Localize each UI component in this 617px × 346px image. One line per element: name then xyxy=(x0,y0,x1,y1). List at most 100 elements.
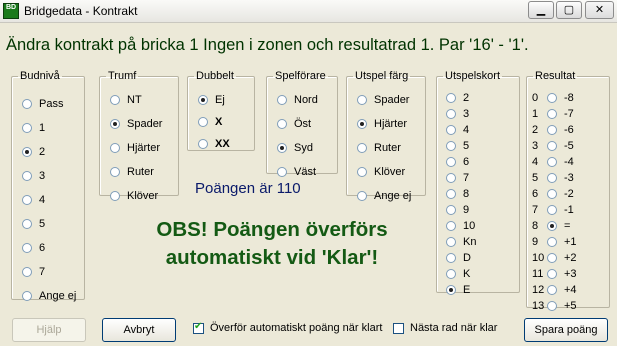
radio-resultat-12[interactable]: 12 +4 xyxy=(532,284,577,296)
radio-dubbelt-ej[interactable]: Ej xyxy=(198,94,225,106)
group-budniva: Budnivå Pass 1 2 3 4 5 6 7 Ange ej xyxy=(11,70,85,302)
radio-circle xyxy=(22,267,32,277)
radio-trumf-hjarter[interactable]: Hjärter xyxy=(110,142,160,154)
radio-circle xyxy=(446,269,456,279)
radio-budniva-6[interactable]: 6 xyxy=(22,242,45,254)
group-utspel-farg: Utspel färg Spader Hjärter Ruter Klöver … xyxy=(346,70,426,202)
radio-circle xyxy=(22,243,32,253)
radio-utspel-ruter[interactable]: Ruter xyxy=(357,142,401,154)
radio-trumf-nt[interactable]: NT xyxy=(110,94,142,106)
radio-circle xyxy=(198,139,208,149)
radio-kort-kn[interactable]: Kn xyxy=(446,236,476,248)
radio-budniva-7[interactable]: 7 xyxy=(22,266,45,278)
radio-kort-d[interactable]: D xyxy=(446,252,471,264)
radio-circle xyxy=(22,171,32,181)
maximize-button[interactable]: ▢ xyxy=(556,1,582,19)
radio-circle xyxy=(446,125,456,135)
radio-spelforare-vast[interactable]: Väst xyxy=(277,166,316,178)
radio-circle xyxy=(547,221,557,231)
radio-resultat-4[interactable]: 4 -4 xyxy=(532,156,574,168)
radio-resultat-3[interactable]: 3 -5 xyxy=(532,140,574,152)
radio-circle xyxy=(22,99,32,109)
radio-circle xyxy=(277,143,287,153)
radio-circle xyxy=(22,147,32,157)
next-row-checkbox[interactable]: Nästa rad när klar xyxy=(393,322,497,334)
cancel-button[interactable]: Avbryt xyxy=(102,318,176,342)
app-icon: BD xyxy=(3,3,19,19)
radio-budniva-ange-ej[interactable]: Ange ej xyxy=(22,290,76,302)
minimize-button[interactable]: ▁ xyxy=(528,1,554,19)
radio-circle xyxy=(198,117,208,127)
radio-spelforare-ost[interactable]: Öst xyxy=(277,118,311,130)
radio-circle xyxy=(446,93,456,103)
radio-budniva-pass[interactable]: Pass xyxy=(22,98,63,110)
radio-circle xyxy=(547,301,557,311)
group-spelforare-legend: Spelförare xyxy=(275,70,326,82)
radio-kort-e[interactable]: E xyxy=(446,284,470,296)
radio-budniva-1[interactable]: 1 xyxy=(22,122,45,134)
radio-resultat-1[interactable]: 1 -7 xyxy=(532,108,574,120)
radio-budniva-5[interactable]: 5 xyxy=(22,218,45,230)
radio-budniva-3[interactable]: 3 xyxy=(22,170,45,182)
radio-resultat-6[interactable]: 6 -2 xyxy=(532,188,574,200)
radio-kort-3[interactable]: 3 xyxy=(446,108,469,120)
radio-utspel-klover[interactable]: Klöver xyxy=(357,166,405,178)
close-icon: ✕ xyxy=(594,4,605,16)
radio-circle xyxy=(198,95,208,105)
radio-kort-4[interactable]: 4 xyxy=(446,124,469,136)
radio-kort-9[interactable]: 9 xyxy=(446,204,469,216)
radio-utspel-hjarter[interactable]: Hjärter xyxy=(357,118,407,130)
radio-utspel-spader[interactable]: Spader xyxy=(357,94,409,106)
radio-budniva-2[interactable]: 2 xyxy=(22,146,45,158)
radio-circle xyxy=(547,237,557,247)
radio-kort-6[interactable]: 6 xyxy=(446,156,469,168)
group-utspelskort: Utspelskort 2 3 4 5 6 7 8 9 10 Kn D K E xyxy=(436,70,520,296)
next-row-label: Nästa rad när klar xyxy=(410,322,498,334)
group-resultat-legend: Resultat xyxy=(535,70,576,82)
radio-resultat-5[interactable]: 5 -3 xyxy=(532,172,574,184)
radio-resultat-2[interactable]: 2 -6 xyxy=(532,124,574,136)
close-button[interactable]: ✕ xyxy=(585,1,614,19)
save-points-button[interactable]: Spara poäng xyxy=(524,318,608,342)
radio-circle xyxy=(22,195,32,205)
radio-trumf-ruter[interactable]: Ruter xyxy=(110,166,154,178)
help-button[interactable]: Hjälp xyxy=(12,318,86,342)
radio-circle xyxy=(110,95,120,105)
radio-kort-8[interactable]: 8 xyxy=(446,188,469,200)
radio-resultat-11[interactable]: 11 +3 xyxy=(532,268,577,280)
group-utspel-farg-legend: Utspel färg xyxy=(355,70,409,82)
auto-transfer-checkbox[interactable]: Överför automatiskt poäng när klart xyxy=(193,321,383,334)
radio-circle xyxy=(22,219,32,229)
radio-trumf-spader[interactable]: Spader xyxy=(110,118,162,130)
radio-circle xyxy=(547,189,557,199)
auto-transfer-label: Överför automatiskt poäng när klart xyxy=(210,322,383,334)
radio-circle xyxy=(22,291,32,301)
radio-resultat-8[interactable]: 8 = xyxy=(532,220,570,232)
radio-resultat-0[interactable]: 0 -8 xyxy=(532,92,574,104)
radio-circle xyxy=(547,173,557,183)
radio-kort-5[interactable]: 5 xyxy=(446,140,469,152)
radio-circle xyxy=(446,205,456,215)
radio-resultat-7[interactable]: 7 -1 xyxy=(532,204,574,216)
radio-kort-10[interactable]: 10 xyxy=(446,220,475,232)
radio-kort-2[interactable]: 2 xyxy=(446,92,469,104)
radio-dubbelt-xx[interactable]: XX xyxy=(198,138,230,150)
radio-trumf-klover[interactable]: Klöver xyxy=(110,190,158,202)
radio-spelforare-syd[interactable]: Syd xyxy=(277,142,313,154)
radio-circle xyxy=(547,253,557,263)
radio-circle xyxy=(110,119,120,129)
radio-spelforare-nord[interactable]: Nord xyxy=(277,94,318,106)
radio-kort-7[interactable]: 7 xyxy=(446,172,469,184)
radio-resultat-10[interactable]: 10 +2 xyxy=(532,252,577,264)
radio-kort-k[interactable]: K xyxy=(446,268,470,280)
radio-circle xyxy=(110,191,120,201)
radio-dubbelt-x[interactable]: X xyxy=(198,116,222,128)
radio-circle xyxy=(110,167,120,177)
maximize-icon: ▢ xyxy=(563,4,575,16)
radio-utspel-ange-ej[interactable]: Ange ej xyxy=(357,190,411,202)
radio-resultat-13[interactable]: 13 +5 xyxy=(532,300,577,312)
radio-circle xyxy=(446,237,456,247)
radio-resultat-9[interactable]: 9 +1 xyxy=(532,236,577,248)
checkbox-box xyxy=(393,322,404,334)
radio-budniva-4[interactable]: 4 xyxy=(22,194,45,206)
